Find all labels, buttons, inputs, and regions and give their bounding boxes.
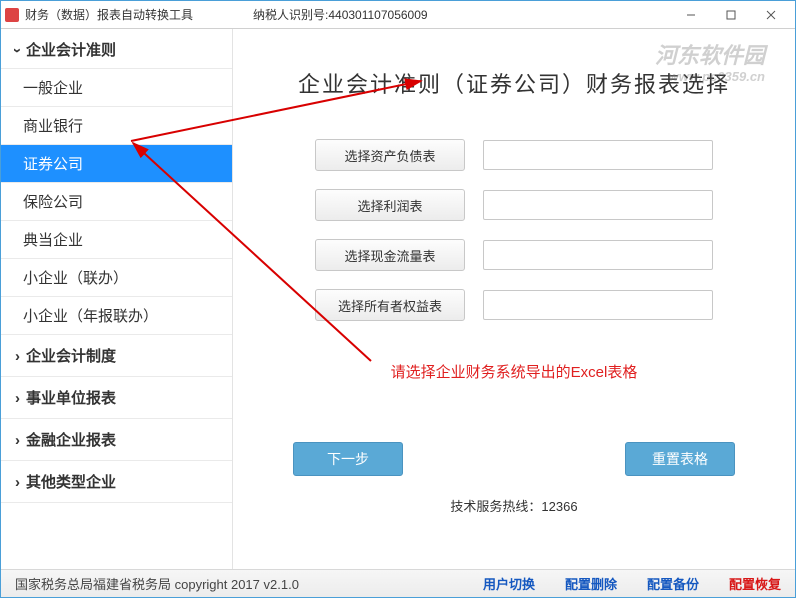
- app-icon: [5, 8, 19, 22]
- sidebar: 企业会计准则 一般企业 商业银行 证券公司 保险公司 典当企业 小企业（联办） …: [1, 29, 233, 569]
- sidebar-section-institution[interactable]: 事业单位报表: [1, 377, 232, 419]
- sidebar-section-accounting-system[interactable]: 企业会计制度: [1, 335, 232, 377]
- form-row-balance: 选择资产负债表: [263, 139, 765, 171]
- sidebar-item-small-annual[interactable]: 小企业（年报联办）: [1, 297, 232, 335]
- next-button[interactable]: 下一步: [293, 442, 403, 476]
- main-area: 企业会计准则 一般企业 商业银行 证券公司 保险公司 典当企业 小企业（联办） …: [1, 29, 795, 569]
- content-panel: 河东软件园 www.pc0359.cn 企业会计准则（证券公司）财务报表选择 选…: [233, 29, 795, 569]
- sidebar-item-insurance[interactable]: 保险公司: [1, 183, 232, 221]
- select-balance-sheet-button[interactable]: 选择资产负债表: [315, 139, 465, 171]
- tax-id-label: 纳税人识别号:440301107056009: [253, 6, 428, 23]
- sidebar-item-small-joint[interactable]: 小企业（联办）: [1, 259, 232, 297]
- maximize-button[interactable]: [711, 2, 751, 28]
- footer-link-switch-user[interactable]: 用户切换: [483, 574, 535, 593]
- sidebar-item-pawn[interactable]: 典当企业: [1, 221, 232, 259]
- hint-text: 请选择企业财务系统导出的Excel表格: [263, 361, 765, 382]
- sidebar-section-accounting-standards[interactable]: 企业会计准则: [1, 29, 232, 69]
- sidebar-item-general[interactable]: 一般企业: [1, 69, 232, 107]
- sidebar-item-bank[interactable]: 商业银行: [1, 107, 232, 145]
- close-button[interactable]: [751, 2, 791, 28]
- balance-sheet-input[interactable]: [483, 140, 713, 170]
- titlebar: 财务（数据）报表自动转换工具 纳税人识别号:440301107056009: [1, 1, 795, 29]
- profit-input[interactable]: [483, 190, 713, 220]
- cashflow-input[interactable]: [483, 240, 713, 270]
- minimize-button[interactable]: [671, 2, 711, 28]
- select-cashflow-button[interactable]: 选择现金流量表: [315, 239, 465, 271]
- sidebar-section-financial[interactable]: 金融企业报表: [1, 419, 232, 461]
- footer-link-backup-config[interactable]: 配置备份: [647, 574, 699, 593]
- footer: 国家税务总局福建省税务局 copyright 2017 v2.1.0 用户切换 …: [1, 569, 795, 597]
- footer-link-delete-config[interactable]: 配置删除: [565, 574, 617, 593]
- form-row-equity: 选择所有者权益表: [263, 289, 765, 321]
- select-profit-button[interactable]: 选择利润表: [315, 189, 465, 221]
- hotline-text: 技术服务热线：12366: [263, 496, 765, 515]
- page-title: 企业会计准则（证券公司）财务报表选择: [263, 67, 765, 99]
- window-title: 财务（数据）报表自动转换工具: [25, 6, 193, 23]
- footer-copyright: 国家税务总局福建省税务局 copyright 2017 v2.1.0: [15, 574, 299, 593]
- form-row-cashflow: 选择现金流量表: [263, 239, 765, 271]
- equity-input[interactable]: [483, 290, 713, 320]
- sidebar-item-securities[interactable]: 证券公司: [1, 145, 232, 183]
- form-row-profit: 选择利润表: [263, 189, 765, 221]
- footer-link-restore-config[interactable]: 配置恢复: [729, 574, 781, 593]
- watermark-text: 河东软件园: [655, 43, 765, 69]
- action-row: 下一步 重置表格: [263, 442, 765, 476]
- reset-button[interactable]: 重置表格: [625, 442, 735, 476]
- sidebar-section-other[interactable]: 其他类型企业: [1, 461, 232, 503]
- select-equity-button[interactable]: 选择所有者权益表: [315, 289, 465, 321]
